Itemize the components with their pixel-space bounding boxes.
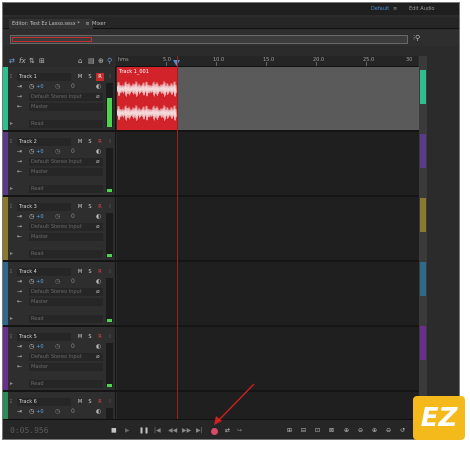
arrow-shaft bbox=[217, 383, 255, 422]
annotation-arrow bbox=[214, 383, 255, 425]
ez-logo: EZ bbox=[413, 396, 465, 440]
